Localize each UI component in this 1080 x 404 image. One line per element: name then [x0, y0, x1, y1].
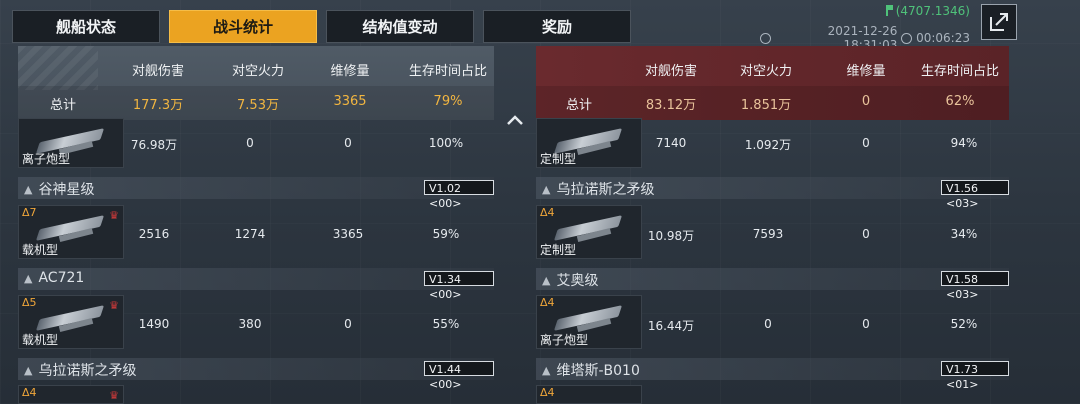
- tab-battle-stats[interactable]: 战斗统计: [169, 10, 317, 43]
- crown-icon: ♛: [109, 389, 119, 402]
- battle-info: (4707.1346) 2021-12-26 18:31:03 00:06:23: [760, 4, 970, 52]
- repair: 0: [862, 227, 870, 241]
- repair: 0: [344, 136, 352, 150]
- ship-class-icon: ▲: [542, 182, 551, 196]
- anti-air: 380: [238, 317, 262, 331]
- anti-air: 1.092万: [744, 138, 792, 152]
- version-badge: V1.56 <03>: [941, 180, 1009, 210]
- ship-type: 载机型: [22, 243, 59, 257]
- total-survival: 62%: [945, 94, 975, 109]
- ship-damage: 2516: [138, 227, 170, 241]
- ship-card[interactable]: Δ4: [536, 385, 642, 404]
- version-badge: V1.44 <00>: [424, 361, 494, 391]
- col-survival: 生存时间占比: [920, 64, 999, 79]
- total-label: 总计: [50, 98, 77, 113]
- survival: 55%: [432, 317, 460, 331]
- export-icon: [990, 13, 1008, 31]
- ship-card[interactable]: Δ4 ♛: [18, 385, 124, 404]
- col-survival: 生存时间占比: [408, 64, 487, 79]
- ship-class-name: 谷神星级: [38, 182, 95, 198]
- resource-value: (4707.1346): [895, 4, 970, 18]
- total-repair: 3365: [333, 94, 367, 109]
- friendly-header: 对舰伤害 对空火力 维修量 生存时间占比 总计 177.3万 7.53万 336…: [18, 46, 494, 120]
- version-badge: V1.34 <00>: [424, 271, 494, 301]
- export-button[interactable]: [981, 4, 1017, 40]
- anti-air: 0: [764, 317, 772, 331]
- ship-type: 定制型: [540, 243, 577, 257]
- chevron-up-icon[interactable]: [505, 113, 525, 127]
- col-repair: 维修量: [846, 64, 886, 79]
- survival: 59%: [432, 227, 460, 241]
- total-anti-air: 1.851万: [740, 98, 792, 113]
- col-ship-damage: 对舰伤害: [644, 64, 697, 79]
- ship-type: 定制型: [540, 152, 577, 166]
- battle-duration: 00:06:23: [916, 31, 970, 45]
- ship-class-header: ▲ AC721 V1.34 <00>: [18, 268, 494, 301]
- survival: 100%: [428, 136, 464, 150]
- crown-icon: ♛: [109, 299, 119, 312]
- repair: 0: [862, 317, 870, 331]
- ship-type: 离子炮型: [540, 333, 589, 347]
- ship-level: Δ4: [540, 206, 555, 219]
- anti-air: 7593: [752, 227, 784, 241]
- ship-damage: 76.98万: [130, 138, 178, 152]
- clock-icon: [760, 32, 771, 44]
- crown-icon: ♛: [109, 209, 119, 222]
- ship-class-name: 艾奥级: [556, 273, 599, 289]
- ship-class-name: 乌拉诺斯之矛级: [556, 182, 655, 198]
- repair: 0: [862, 136, 870, 150]
- ship-class-icon: ▲: [542, 273, 551, 287]
- ship-damage: 10.98万: [647, 229, 695, 243]
- total-repair: 0: [861, 94, 871, 109]
- repair: 3365: [332, 227, 364, 241]
- tab-rewards[interactable]: 奖励: [483, 10, 631, 43]
- ship-class-icon: ▲: [24, 182, 33, 196]
- total-ship-damage: 83.12万: [645, 98, 697, 113]
- repair: 0: [344, 317, 352, 331]
- col-ship-damage: 对舰伤害: [131, 64, 184, 79]
- tab-ship-status[interactable]: 舰船状态: [12, 10, 160, 43]
- total-survival: 79%: [433, 94, 463, 109]
- total-anti-air: 7.53万: [237, 98, 279, 113]
- ship-level: Δ4: [540, 386, 555, 399]
- col-repair: 维修量: [330, 64, 370, 79]
- ship-class-name: 维塔斯-B010: [556, 363, 640, 379]
- anti-air: 1274: [234, 227, 266, 241]
- ship-level: Δ4: [540, 296, 555, 309]
- ship-class-header: ▲ 艾奥级 V1.58 <03>: [536, 268, 1009, 301]
- ship-level: Δ4: [22, 386, 37, 399]
- total-ship-damage: 177.3万: [132, 98, 184, 113]
- ship-class-icon: ▲: [542, 363, 551, 377]
- ship-class-icon: ▲: [24, 271, 33, 285]
- ship-class-header: ▲ 谷神星级 V1.02 <00>: [18, 177, 494, 210]
- ship-damage: 7140: [655, 136, 687, 150]
- ship-type: 载机型: [22, 333, 59, 347]
- ship-class-header: ▲ 乌拉诺斯之矛级 V1.44 <00>: [18, 358, 494, 391]
- ship-level: Δ5: [22, 296, 37, 309]
- ship-damage: 1490: [138, 317, 170, 331]
- col-anti-air: 对空火力: [231, 64, 284, 79]
- ship-level: Δ7: [22, 206, 37, 219]
- version-badge: V1.73 <01>: [941, 361, 1009, 391]
- flag-icon: [885, 5, 893, 16]
- survival: 34%: [950, 227, 978, 241]
- tab-structure-change[interactable]: 结构值变动: [326, 10, 474, 43]
- anti-air: 0: [246, 136, 254, 150]
- enemy-header: 对舰伤害 对空火力 维修量 生存时间占比 总计 83.12万 1.851万 0 …: [536, 46, 1009, 120]
- ship-damage: 16.44万: [647, 319, 695, 333]
- version-badge: V1.58 <03>: [941, 271, 1009, 301]
- survival: 52%: [950, 317, 978, 331]
- ship-class-header: ▲ 乌拉诺斯之矛级 V1.56 <03>: [536, 177, 1009, 210]
- ship-class-name: 乌拉诺斯之矛级: [38, 363, 137, 379]
- total-label: 总计: [566, 98, 593, 113]
- ship-class-name: AC721: [38, 270, 85, 286]
- timer-icon: [901, 32, 913, 44]
- survival: 94%: [950, 136, 978, 150]
- col-anti-air: 对空火力: [739, 64, 792, 79]
- ship-class-header: ▲ 维塔斯-B010 V1.73 <01>: [536, 358, 1009, 391]
- version-badge: V1.02 <00>: [424, 180, 494, 210]
- ship-class-icon: ▲: [24, 363, 33, 377]
- ship-type: 离子炮型: [22, 152, 71, 166]
